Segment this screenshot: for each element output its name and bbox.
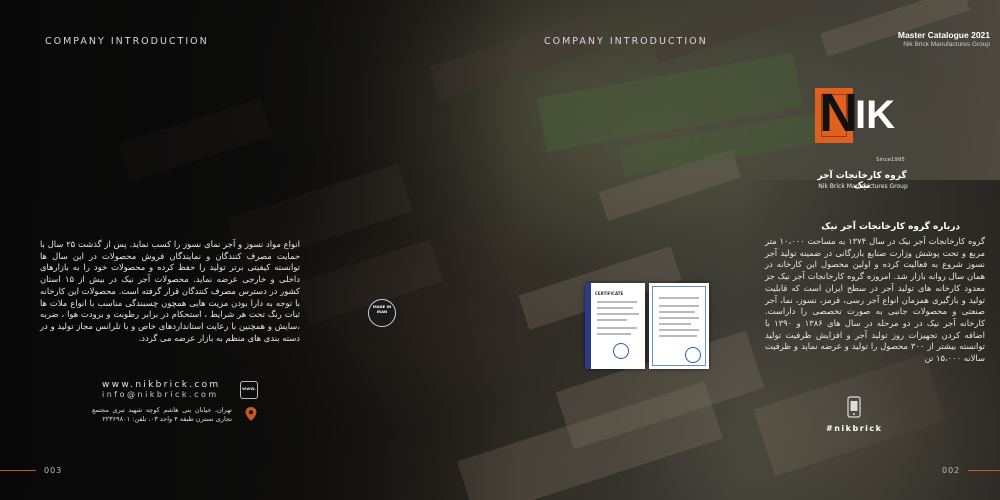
logo-letters-ik: IK [855, 93, 895, 137]
left-page-heading: COMPANY INTRODUCTION [45, 36, 209, 47]
made-in-iran-badge: MADE IN IRAN [368, 299, 396, 327]
left-page-number: 003 [44, 466, 63, 475]
right-page-number: 002 [942, 466, 961, 475]
about-title: درباره گروه کارخانجات آجر نیک [821, 222, 960, 232]
certificate-seal-icon [613, 343, 629, 359]
social-hashtag: #nikbrick [826, 424, 883, 433]
catalogue-title: Master Catalogue 2021 [897, 30, 990, 40]
location-pin-icon [245, 407, 257, 421]
logo-letter-n: N [819, 83, 858, 143]
email-link[interactable]: info@nikbrick.com [102, 390, 219, 399]
right-footer-rule [968, 470, 1000, 471]
about-paragraph-right: گروه کارخانجات آجر نیک در سال ۱۳۷۴ به مس… [765, 236, 986, 364]
about-paragraph-left: انواع مواد نسوز و آجر نمای نسوز را کسب ن… [40, 239, 300, 343]
badge-text: MADE IN IRAN [372, 304, 392, 314]
catalogue-subtitle: Nik Brick Manufactures Group [903, 41, 990, 48]
certificate-stamp-icon [685, 347, 701, 363]
iso-certificate: CERTIFICATE [585, 283, 645, 369]
right-page-heading: COMPANY INTRODUCTION [544, 36, 708, 47]
standard-certificate [649, 283, 709, 369]
nik-logo: N IK [815, 83, 905, 143]
website-link[interactable]: www.nikbrick.com [102, 380, 221, 390]
catalogue-label: Master Catalogue 2021 Nik Brick Manufact… [898, 30, 990, 48]
address-text: تهران، خیابان بنی هاشم کوچه شهید تبری مج… [92, 406, 232, 423]
logo-since: Since1995 [876, 157, 905, 163]
company-name-en: Nik Brick Manufactures Group [818, 183, 908, 190]
left-footer-rule [0, 470, 36, 471]
web-icon: www. [240, 381, 258, 399]
catalog-spread: COMPANY INTRODUCTION COMPANY INTRODUCTIO… [0, 0, 1000, 500]
certificate-title: CERTIFICATE [595, 291, 624, 296]
phone-icon [847, 396, 861, 418]
